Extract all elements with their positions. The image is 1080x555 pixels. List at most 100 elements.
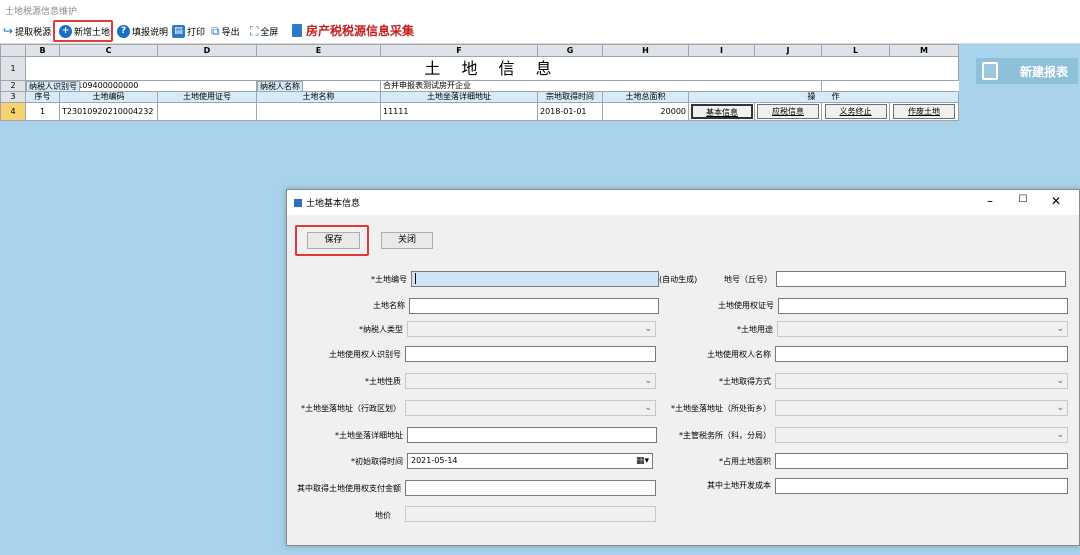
cell-cert[interactable] [157,102,257,121]
lot-no-label: 地号（丘号） [724,275,772,284]
header-ops: 操 作 [688,91,959,103]
district-select[interactable]: ⌄ [405,400,656,416]
text-caret [415,273,416,284]
cell-op: 作废土地 [889,102,959,121]
column-header[interactable]: B [25,44,60,57]
export-button[interactable]: ⧉ 导出 [211,23,240,39]
taxpayer-id-value: 230109400000000 [59,80,257,92]
cell-seq[interactable]: 1 [25,102,60,121]
terminate-obligation-button[interactable]: 义务终止 [824,104,887,119]
user-id-input[interactable] [405,346,656,362]
acquire-method-select[interactable]: ⌄ [775,373,1068,389]
column-header[interactable]: C [59,44,158,57]
row-number[interactable]: 3 [0,91,26,103]
chevron-down-icon: ⌄ [1056,430,1064,440]
street-select[interactable]: ⌄ [775,400,1068,416]
chevron-down-icon: ⌄ [644,403,652,413]
extract-tax-source-button[interactable]: ↪ 提取税源 [3,23,51,39]
chevron-down-icon: ⌄ [1056,403,1064,413]
close-icon[interactable]: ✕ [1049,194,1063,208]
column-header[interactable]: H [602,44,689,57]
taxpayer-type-select[interactable]: ⌄ [407,321,656,337]
taxpayer-name-label: 纳税人名称 [257,81,303,92]
dialog-title: 土地基本信息 [306,199,361,209]
taxpayer-id-label: 纳税人识别号 [26,81,80,92]
dev-cost-input[interactable] [775,478,1068,494]
date-value: 2021-05-14 [411,456,458,465]
lot-no-input[interactable] [776,271,1066,287]
help-button[interactable]: ? 填报说明 [117,23,168,39]
basic-info-button[interactable]: 基本信息 [691,104,753,119]
row-number[interactable]: 1 [0,56,26,81]
document-icon [982,62,998,80]
cell-op: 基本信息 [688,102,755,121]
column-header[interactable]: E [256,44,381,57]
question-circle-icon: ? [117,24,130,38]
highlight-box [53,20,113,42]
land-basic-info-dialog: 土地基本信息 – ☐ ✕ 保存 关闭 *土地编号 (自动生成) 地号（丘号） 土… [286,189,1080,546]
row-number[interactable]: 2 [0,80,26,92]
fullscreen-button[interactable]: ⛶ 全屏 [250,23,278,39]
column-header[interactable]: I [688,44,755,57]
cert-no-label: 土地使用权证号 [718,301,774,310]
taxable-info-button[interactable]: 应税信息 [757,104,819,119]
header-cert: 土地使用证号 [157,91,257,103]
detail-address-input[interactable] [407,427,657,443]
column-header[interactable]: L [821,44,890,57]
land-nature-label: *土地性质 [365,377,401,386]
chevron-down-icon: ⌄ [1056,324,1064,334]
cell-date[interactable]: 2018-01-01 [537,102,603,121]
title-row: 1 土 地 信 息 [0,56,959,81]
document-icon [292,24,302,37]
cell-area[interactable]: 20000 [602,102,689,121]
header-area: 土地总面积 [602,91,689,103]
user-id-label: 土地使用权人识别号 [329,350,401,359]
void-land-button[interactable]: 作废土地 [893,104,955,119]
taxpayer-row: 2 纳税人识别号 230109400000000 纳税人名称 合并申报表测试房开… [0,80,959,92]
header-address: 土地坐落详细地址 [380,91,538,103]
table-row: 4 1 T23010920210004232 11111 2018-01-01 … [0,102,959,121]
export-icon: ⧉ [211,23,220,38]
cert-no-input[interactable] [778,298,1068,314]
tax-office-label: *主管税务所（科，分局） [679,431,771,440]
chevron-down-icon: ⌄ [1056,376,1064,386]
new-report-button[interactable]: 新建报表 [976,58,1078,84]
first-acquire-date-picker[interactable]: 2021-05-14 ▦▾ [407,453,653,469]
acquire-method-label: *土地取得方式 [719,377,771,386]
calendar-icon[interactable]: ▦▾ [636,454,649,468]
redo-arrow-icon: ↪ [3,24,14,38]
payment-label: 其中取得土地使用权支付金额 [297,484,401,493]
close-button[interactable]: 关闭 [381,232,433,249]
tax-office-select[interactable]: ⌄ [775,427,1068,443]
land-price-label: 地价 [375,511,391,520]
row-number[interactable]: 4 [0,102,26,121]
land-nature-select[interactable]: ⌄ [405,373,656,389]
save-button[interactable]: 保存 [307,232,360,249]
payment-input[interactable] [405,480,656,496]
detail-address-label: *土地坐落详细地址 [335,431,403,440]
minimize-icon[interactable]: – [983,194,997,208]
cell-code[interactable]: T23010920210004232 [59,102,158,121]
maximize-icon[interactable]: ☐ [1016,194,1030,205]
cell-address[interactable]: 11111 [380,102,538,121]
column-header[interactable]: F [380,44,538,57]
land-price-input[interactable] [405,506,656,522]
occupied-area-input[interactable] [775,453,1068,469]
column-header[interactable]: J [754,44,822,57]
land-use-select[interactable]: ⌄ [777,321,1068,337]
cell-op: 应税信息 [754,102,822,121]
land-name-input[interactable] [409,298,659,314]
header-date: 宗地取得时间 [537,91,603,103]
header-code: 土地编码 [59,91,158,103]
user-name-input[interactable] [775,346,1068,362]
column-header[interactable]: D [157,44,257,57]
corner-cell [0,44,26,57]
header-row: 3 序号 土地编码 土地使用证号 土地名称 土地坐落详细地址 宗地取得时间 土地… [0,91,959,103]
cell-name[interactable] [256,102,381,121]
column-header[interactable]: G [537,44,603,57]
print-button[interactable]: ▤ 打印 [172,23,205,39]
chevron-down-icon: ⌄ [644,324,652,334]
column-header[interactable]: M [889,44,959,57]
cell-op: 义务终止 [821,102,890,121]
land-no-input[interactable] [411,271,659,287]
